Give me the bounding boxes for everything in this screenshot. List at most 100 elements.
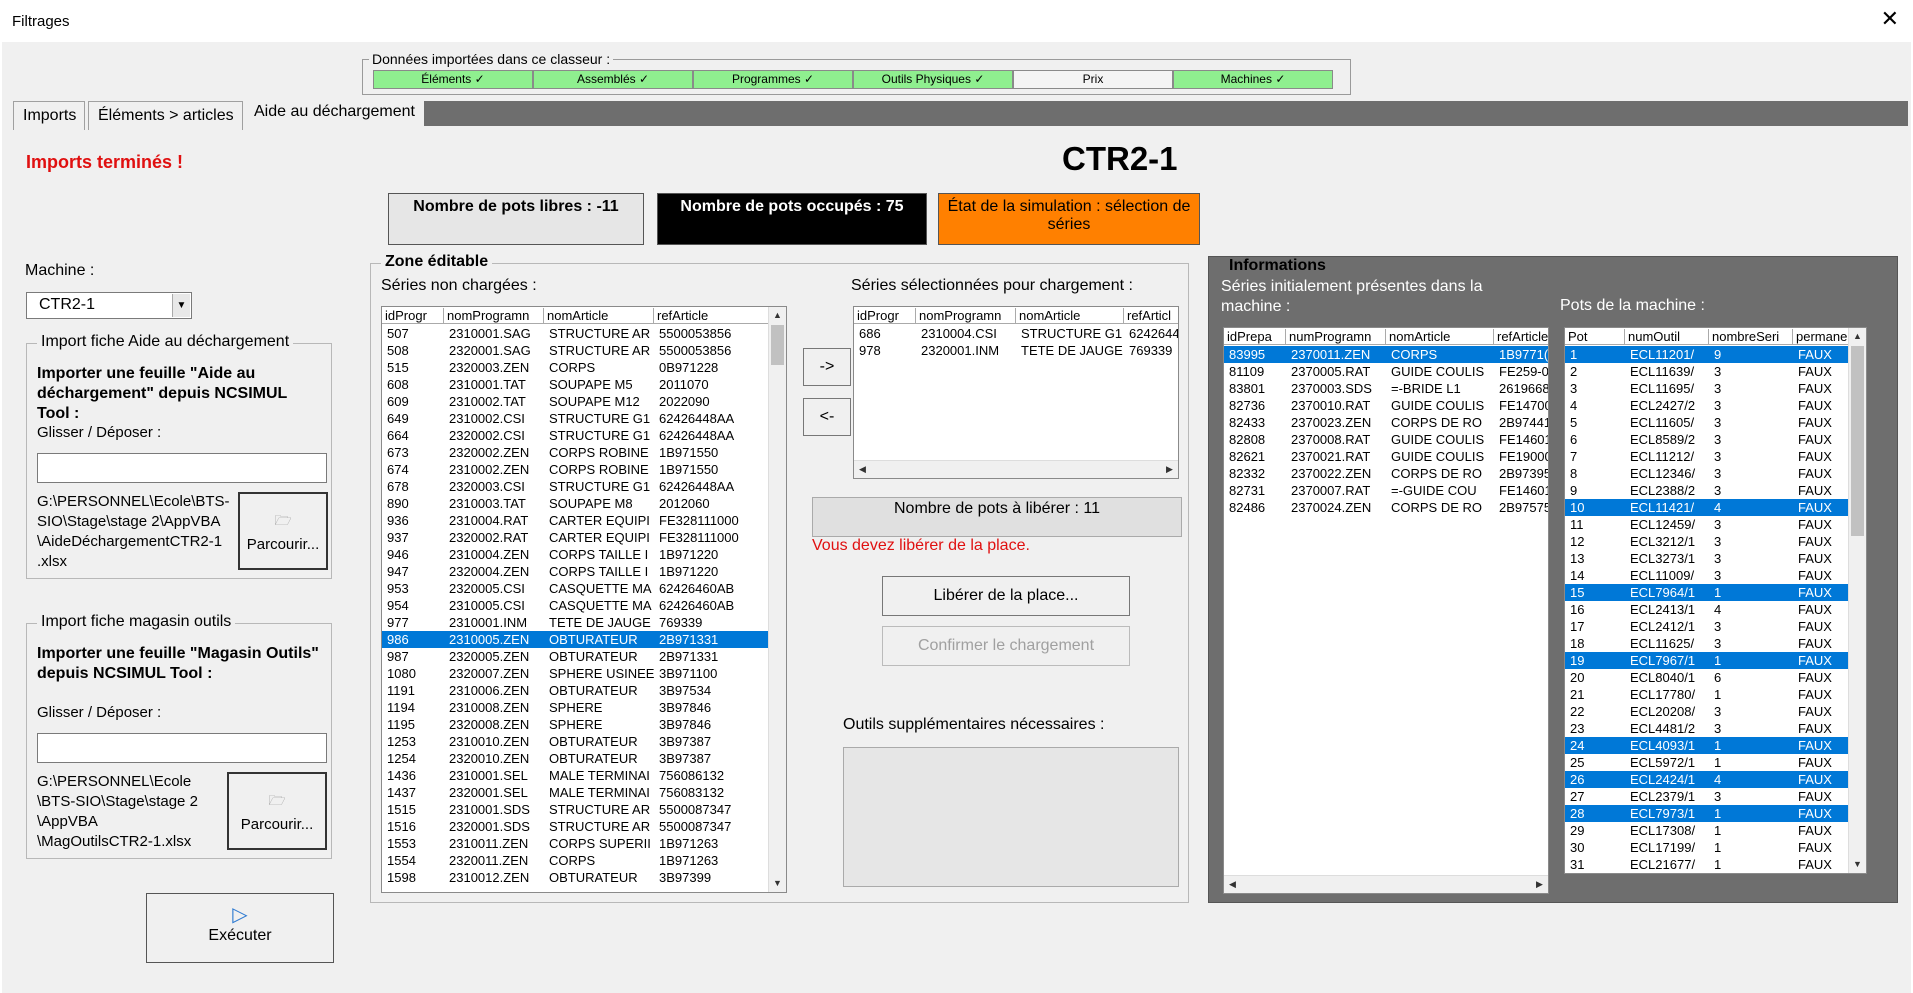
machine-pots-list[interactable]: Pot numOutil nombreSeri permaner 1 ECL112… [1564, 327, 1867, 874]
list-row[interactable]: 25 ECL5972/1 1 FAUX [1565, 754, 1850, 771]
list-row[interactable]: 678 2320003.CSI STRUCTURE G1 62426448AA [382, 478, 769, 495]
list-row[interactable]: 953 2320005.CSI CASQUETTE MA 62426460AB [382, 580, 769, 597]
list-row[interactable]: 1 ECL11201/9 FAUX [1565, 346, 1850, 363]
list-row[interactable]: 674 2310002.ZEN CORPS ROBINE 1B971550 [382, 461, 769, 478]
list-row[interactable]: 26 ECL2424/1 4 FAUX [1565, 771, 1850, 788]
list-row[interactable]: 82433 2370023.ZEN CORPS DE RO 2B97441 [1224, 414, 1548, 431]
list-row[interactable]: 14 ECL11009/3 FAUX [1565, 567, 1850, 584]
machine-select[interactable]: CTR2-1 ▼ [26, 292, 192, 319]
list-row[interactable]: 508 2320001.SAG STRUCTURE AR 5500053856 [382, 342, 769, 359]
list-row[interactable]: 8 ECL12346/3 FAUX [1565, 465, 1850, 482]
list-row[interactable]: 1553 2310011.ZEN CORPS SUPERII 1B971263 [382, 835, 769, 852]
list-row[interactable]: 10 ECL11421/4 FAUX [1565, 499, 1850, 516]
scroll-down-icon[interactable]: ▼ [1849, 856, 1866, 873]
list-row[interactable]: 17 ECL2412/1 3 FAUX [1565, 618, 1850, 635]
list-row[interactable]: 83801 2370003.SDS =-BRIDE L1 2619668 [1224, 380, 1548, 397]
list-row[interactable]: 82736 2370010.RAT GUIDE COULIS FE14700 [1224, 397, 1548, 414]
list-row[interactable]: 9 ECL2388/2 3 FAUX [1565, 482, 1850, 499]
tab-imports[interactable]: Imports [13, 101, 86, 130]
initial-series-list[interactable]: idPrepa numProgramn nomArticle refArticl… [1223, 327, 1549, 894]
scroll-thumb[interactable] [771, 325, 784, 365]
list-row[interactable]: 82486 2370024.ZEN CORPS DE RO 2B97575 [1224, 499, 1548, 516]
list-row[interactable]: 937 2320002.RAT CARTER EQUIPI FE328111000 [382, 529, 769, 546]
list-row[interactable]: 29 ECL17308/1 FAUX [1565, 822, 1850, 839]
column-header[interactable]: permaner [1793, 329, 1850, 344]
list-row[interactable]: 82621 2370021.RAT GUIDE COULIS FE19000 [1224, 448, 1548, 465]
scroll-down-icon[interactable]: ▼ [769, 875, 786, 892]
list-row[interactable]: 13 ECL3273/1 3 FAUX [1565, 550, 1850, 567]
list-row[interactable]: 1436 2310001.SEL MALE TERMINAI 756086132 [382, 767, 769, 784]
list-row[interactable]: 30 ECL17199/1 FAUX [1565, 839, 1850, 856]
scroll-right-icon[interactable]: ▶ [1161, 461, 1178, 478]
unloaded-series-list[interactable]: idProgr nomProgramn nomArticle refArticl… [381, 306, 787, 893]
list-row[interactable]: 24 ECL4093/1 1 FAUX [1565, 737, 1850, 754]
chevron-down-icon[interactable]: ▼ [172, 294, 190, 317]
column-header[interactable]: nomArticle [1386, 329, 1494, 344]
list-row[interactable]: 83995 2370011.ZEN CORPS 1B9771( [1224, 346, 1548, 363]
list-row[interactable]: 18 ECL11625/3 FAUX [1565, 635, 1850, 652]
tab-elements-articles[interactable]: Éléments > articles [88, 101, 243, 130]
list-row[interactable]: 1194 2310008.ZEN SPHERE 3B97846 [382, 699, 769, 716]
list-row[interactable]: 1554 2320011.ZEN CORPS 1B971263 [382, 852, 769, 869]
scroll-left-icon[interactable]: ◀ [1224, 876, 1241, 893]
list-row[interactable]: 947 2320004.ZEN CORPS TAILLE I 1B971220 [382, 563, 769, 580]
column-header[interactable]: refArticle [654, 308, 770, 323]
list-row[interactable]: 664 2320002.CSI STRUCTURE G1 62426448AA [382, 427, 769, 444]
scroll-thumb[interactable] [1851, 346, 1864, 536]
column-header[interactable]: nombreSeri [1709, 329, 1793, 344]
list-row[interactable]: 977 2310001.INM TETE DE JAUGE 769339 [382, 614, 769, 631]
list-row[interactable]: 2 ECL11639/3 FAUX [1565, 363, 1850, 380]
column-header[interactable]: nomArticle [1016, 308, 1124, 323]
column-header[interactable]: numOutil [1625, 329, 1709, 344]
list-row[interactable]: 1191 2310006.ZEN OBTURATEUR 3B97534 [382, 682, 769, 699]
list-row[interactable]: 5 ECL11605/3 FAUX [1565, 414, 1850, 431]
list-row[interactable]: 82808 2370008.RAT GUIDE COULIS FE14601 [1224, 431, 1548, 448]
list-row[interactable]: 936 2310004.RAT CARTER EQUIPI FE328111000 [382, 512, 769, 529]
list-row[interactable]: 1515 2310001.SDS STRUCTURE AR 5500087347 [382, 801, 769, 818]
list-row[interactable]: 6 ECL8589/2 3 FAUX [1565, 431, 1850, 448]
add-to-selection-button[interactable]: -> [803, 348, 851, 386]
list-row[interactable]: 1195 2320008.ZEN SPHERE 3B97846 [382, 716, 769, 733]
list-row[interactable]: 986 2310005.ZEN OBTURATEUR 2B971331 [382, 631, 769, 648]
column-header[interactable]: idProgr [382, 308, 444, 323]
scroll-up-icon[interactable]: ▲ [1849, 328, 1866, 345]
import-aide-browse-button[interactable]: 🗁 Parcourir... [238, 492, 328, 570]
list-row[interactable]: 81109 2370005.RAT GUIDE COULIS FE259-0 [1224, 363, 1548, 380]
list-row[interactable]: 609 2310002.TAT SOUPAPE M12 2022090 [382, 393, 769, 410]
column-header[interactable]: idPrepa [1224, 329, 1286, 344]
list-row[interactable]: 28 ECL7973/1 1 FAUX [1565, 805, 1850, 822]
pots-scrollbar[interactable]: ▲ ▼ [1848, 328, 1866, 873]
list-row[interactable]: 12 ECL3212/1 3 FAUX [1565, 533, 1850, 550]
list-row[interactable]: 673 2320002.ZEN CORPS ROBINE 1B971550 [382, 444, 769, 461]
selected-hscrollbar[interactable]: ◀ ▶ [854, 460, 1178, 478]
scroll-left-icon[interactable]: ◀ [854, 461, 871, 478]
column-header[interactable]: Pot [1565, 329, 1625, 344]
column-header[interactable]: nomArticle [544, 308, 654, 323]
list-row[interactable]: 16 ECL2413/1 4 FAUX [1565, 601, 1850, 618]
column-header[interactable]: nomProgramn [444, 308, 544, 323]
list-row[interactable]: 19 ECL7967/1 1 FAUX [1565, 652, 1850, 669]
list-row[interactable]: 608 2310001.TAT SOUPAPE M5 2011070 [382, 376, 769, 393]
list-row[interactable]: 978 2320001.INM TETE DE JAUGE 769339 [854, 342, 1178, 359]
list-row[interactable]: 946 2310004.ZEN CORPS TAILLE I 1B971220 [382, 546, 769, 563]
import-aide-drop-zone[interactable] [37, 453, 327, 483]
unloaded-scrollbar[interactable]: ▲ ▼ [768, 307, 786, 892]
list-row[interactable]: 27 ECL2379/1 3 FAUX [1565, 788, 1850, 805]
list-row[interactable]: 890 2310003.TAT SOUPAPE M8 2012060 [382, 495, 769, 512]
scroll-up-icon[interactable]: ▲ [769, 307, 786, 324]
list-row[interactable]: 82332 2370022.ZEN CORPS DE RO 2B97395 [1224, 465, 1548, 482]
list-row[interactable]: 82731 2370007.RAT =-GUIDE COU FE14601 [1224, 482, 1548, 499]
list-row[interactable]: 15 ECL7964/1 1 FAUX [1565, 584, 1850, 601]
column-header[interactable]: numProgramn [1286, 329, 1386, 344]
selected-series-list[interactable]: idProgr nomProgramn nomArticle refArticl… [853, 306, 1179, 479]
list-row[interactable]: 3 ECL11695/3 FAUX [1565, 380, 1850, 397]
tab-aide-dechargement[interactable]: Aide au déchargement [244, 97, 424, 129]
import-magasin-drop-zone[interactable] [37, 733, 327, 763]
list-row[interactable]: 1254 2320010.ZEN OBTURATEUR 3B97387 [382, 750, 769, 767]
column-header[interactable]: refArticle [1494, 329, 1548, 344]
list-row[interactable]: 31 ECL21677/1 FAUX [1565, 856, 1850, 873]
list-row[interactable]: 20 ECL8040/1 6 FAUX [1565, 669, 1850, 686]
column-header[interactable]: nomProgramn [916, 308, 1016, 323]
scroll-right-icon[interactable]: ▶ [1531, 876, 1548, 893]
list-row[interactable]: 515 2320003.ZEN CORPS 0B971228 [382, 359, 769, 376]
